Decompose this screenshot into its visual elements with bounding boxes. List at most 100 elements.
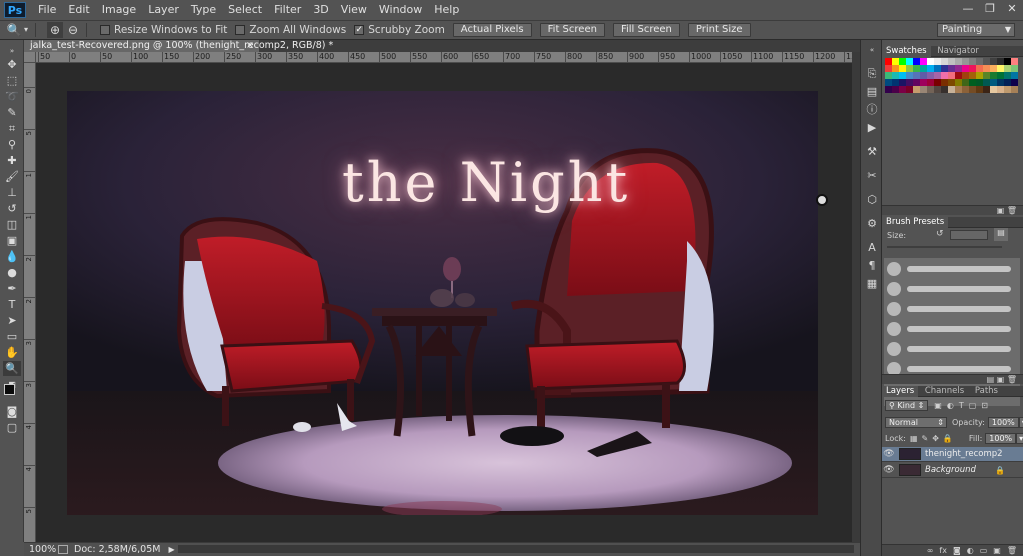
tab-brush-presets[interactable]: Brush Presets xyxy=(882,217,949,228)
swatch[interactable] xyxy=(990,79,997,86)
swatch[interactable] xyxy=(1004,86,1011,93)
swatch[interactable] xyxy=(885,79,892,86)
blend-mode-select[interactable]: Normal ⇕ xyxy=(885,416,947,428)
foreground-color-swatch[interactable] xyxy=(4,384,15,395)
lock-transparent-icon[interactable]: ▦ xyxy=(910,434,918,443)
swatch[interactable] xyxy=(906,79,913,86)
dodge-tool-icon[interactable]: ● xyxy=(3,265,21,280)
clone-source-icon[interactable]: ⚙ xyxy=(864,216,880,232)
swatch[interactable] xyxy=(941,65,948,72)
brush-size-slider[interactable] xyxy=(887,246,1002,248)
swatch[interactable] xyxy=(948,86,955,93)
chevron-down-icon[interactable]: ▾ xyxy=(1016,432,1023,444)
type-tool-icon[interactable]: T xyxy=(3,297,21,312)
document-info-icon[interactable] xyxy=(58,545,68,554)
swatch[interactable] xyxy=(913,58,920,65)
swatch[interactable] xyxy=(976,65,983,72)
tab-layers[interactable]: Layers xyxy=(882,386,919,397)
brush-panel-icon[interactable]: ▤ xyxy=(994,228,1008,241)
histogram-icon[interactable]: ▤ xyxy=(864,84,880,100)
brush-size-field[interactable] xyxy=(950,230,988,240)
layer-style-icon[interactable]: fx xyxy=(939,545,947,556)
filter-smart-object-icon[interactable]: ⊡ xyxy=(981,401,988,410)
swatch[interactable] xyxy=(1011,79,1018,86)
swatch[interactable] xyxy=(920,86,927,93)
lock-all-icon[interactable]: 🔒 xyxy=(943,434,953,443)
swatch[interactable] xyxy=(976,86,983,93)
swatch[interactable] xyxy=(983,58,990,65)
swatch[interactable] xyxy=(899,79,906,86)
menu-window[interactable]: Window xyxy=(373,0,428,20)
swatch[interactable] xyxy=(1004,72,1011,79)
swatch[interactable] xyxy=(962,58,969,65)
fill-input[interactable]: 100% xyxy=(985,432,1017,444)
swatch[interactable] xyxy=(892,65,899,72)
swatch[interactable] xyxy=(1011,65,1018,72)
swatch[interactable] xyxy=(955,72,962,79)
tool-preset-caret-icon[interactable]: ▾ xyxy=(22,22,30,38)
delete-swatch-icon[interactable]: 🗑 xyxy=(1007,206,1017,215)
zoom-tool-icon[interactable]: 🔍 xyxy=(6,22,22,38)
swatch[interactable] xyxy=(920,79,927,86)
swatch[interactable] xyxy=(941,79,948,86)
swatch[interactable] xyxy=(885,65,892,72)
fit-screen-button[interactable]: Fit Screen xyxy=(539,23,605,37)
swatch[interactable] xyxy=(983,79,990,86)
menu-3d[interactable]: 3D xyxy=(307,0,334,20)
brush-preset-item[interactable] xyxy=(887,340,1015,359)
swatch[interactable] xyxy=(906,72,913,79)
swatch[interactable] xyxy=(899,86,906,93)
swatch[interactable] xyxy=(969,65,976,72)
swatch[interactable] xyxy=(892,72,899,79)
menu-filter[interactable]: Filter xyxy=(268,0,307,20)
swatch[interactable] xyxy=(934,72,941,79)
hand-tool-icon[interactable]: ✋ xyxy=(3,345,21,360)
swatch[interactable] xyxy=(906,65,913,72)
checkbox-box[interactable] xyxy=(100,25,110,35)
swatch[interactable] xyxy=(948,65,955,72)
swatch[interactable] xyxy=(997,72,1004,79)
swatch[interactable] xyxy=(885,58,892,65)
quick-select-tool-icon[interactable]: ✎ xyxy=(3,105,21,120)
ruler-vertical[interactable]: 0 5 1 1 2 2 3 3 4 4 5 xyxy=(24,63,36,542)
swatch[interactable] xyxy=(983,65,990,72)
toggle-brush-panel-icon[interactable]: ▤ xyxy=(987,375,995,384)
tab-paths[interactable]: Paths xyxy=(971,386,1002,397)
healing-brush-tool-icon[interactable]: ✚ xyxy=(3,153,21,168)
swatch[interactable] xyxy=(990,65,997,72)
menu-help[interactable]: Help xyxy=(428,0,465,20)
marquee-tool-icon[interactable]: ⬚ xyxy=(3,73,21,88)
swatch[interactable] xyxy=(983,72,990,79)
layer-row-background[interactable]: 👁 Background 🔒 xyxy=(882,463,1023,478)
pen-tool-icon[interactable]: ✒ xyxy=(3,281,21,296)
link-layers-icon[interactable]: ∞ xyxy=(927,545,934,556)
swatch[interactable] xyxy=(892,79,899,86)
close-button[interactable]: ✕ xyxy=(1001,0,1023,18)
tab-channels[interactable]: Channels xyxy=(921,386,968,397)
minimize-button[interactable]: — xyxy=(957,0,979,18)
resize-windows-checkbox[interactable]: Resize Windows to Fit xyxy=(100,24,227,36)
swatch[interactable] xyxy=(948,58,955,65)
collapse-arrows-icon[interactable]: « xyxy=(864,42,880,58)
swatch[interactable] xyxy=(913,65,920,72)
lasso-tool-icon[interactable]: ➰ xyxy=(3,89,21,104)
swatch[interactable] xyxy=(990,86,997,93)
swatch[interactable] xyxy=(969,58,976,65)
new-group-icon[interactable]: ▭ xyxy=(980,545,988,556)
history-brush-tool-icon[interactable]: ↺ xyxy=(3,201,21,216)
swatch[interactable] xyxy=(1004,79,1011,86)
swatch[interactable] xyxy=(899,72,906,79)
history-icon[interactable]: ⎘ xyxy=(864,66,880,82)
swatch[interactable] xyxy=(955,65,962,72)
swatch[interactable] xyxy=(913,86,920,93)
new-layer-icon[interactable]: ▣ xyxy=(993,545,1001,556)
move-tool-icon[interactable]: ✥ xyxy=(3,57,21,72)
opacity-input[interactable]: 100% xyxy=(987,416,1019,428)
document-tab[interactable]: jalka_test-Recovered.png @ 100% (thenigh… xyxy=(24,40,333,52)
brush-tool-icon[interactable]: 🖌 xyxy=(3,169,21,184)
actions-icon[interactable]: ▶ xyxy=(864,120,880,136)
reset-icon[interactable]: ↺ xyxy=(936,229,944,239)
swatch[interactable] xyxy=(885,86,892,93)
brush-preset-item[interactable] xyxy=(887,280,1015,299)
info-icon[interactable]: ⓘ xyxy=(864,102,880,118)
